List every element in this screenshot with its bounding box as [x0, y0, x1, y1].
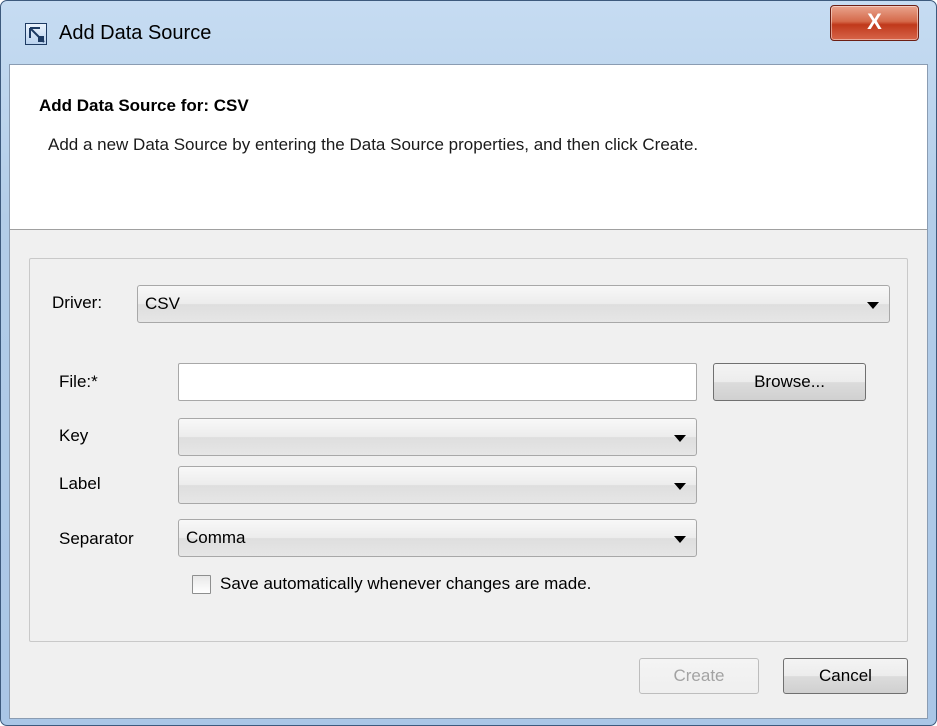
close-icon: X — [867, 9, 882, 34]
file-input[interactable] — [178, 363, 697, 401]
create-button-label: Create — [673, 666, 725, 685]
dialog-window: Add Data Source X Add Data Source for: C… — [0, 0, 937, 726]
driver-label: Driver: — [52, 293, 103, 312]
chevron-down-icon — [674, 483, 686, 490]
header-panel: Add Data Source for: CSV Add a new Data … — [10, 65, 927, 230]
create-button[interactable]: Create — [639, 658, 759, 694]
autosave-label[interactable]: Save automatically whenever changes are … — [220, 574, 591, 594]
key-label: Key — [59, 426, 89, 445]
header-title: Add Data Source for: CSV — [39, 96, 249, 115]
driver-value: CSV — [145, 294, 180, 313]
label-dropdown[interactable] — [178, 466, 697, 504]
chevron-down-icon — [674, 435, 686, 442]
key-dropdown[interactable] — [178, 418, 697, 456]
separator-value: Comma — [186, 528, 246, 547]
dialog-client-area: Add Data Source for: CSV Add a new Data … — [9, 64, 928, 719]
autosave-checkbox[interactable] — [192, 575, 211, 594]
window-title: Add Data Source — [59, 22, 212, 44]
app-icon — [25, 23, 47, 45]
data-source-form: Driver: CSV File:* Browse... Key Label S… — [29, 258, 908, 642]
browse-button[interactable]: Browse... — [713, 363, 866, 401]
chevron-down-icon — [867, 302, 879, 309]
separator-dropdown[interactable]: Comma — [178, 519, 697, 557]
chevron-down-icon — [674, 536, 686, 543]
cancel-button[interactable]: Cancel — [783, 658, 908, 694]
file-label: File:* — [59, 372, 98, 391]
close-button[interactable]: X — [830, 5, 919, 41]
driver-dropdown[interactable]: CSV — [137, 285, 890, 323]
separator-label: Separator — [59, 529, 134, 548]
title-bar[interactable]: Add Data Source X — [1, 1, 936, 63]
header-description: Add a new Data Source by entering the Da… — [48, 135, 699, 154]
label-field-label: Label — [59, 474, 101, 493]
cancel-button-label: Cancel — [819, 666, 872, 685]
